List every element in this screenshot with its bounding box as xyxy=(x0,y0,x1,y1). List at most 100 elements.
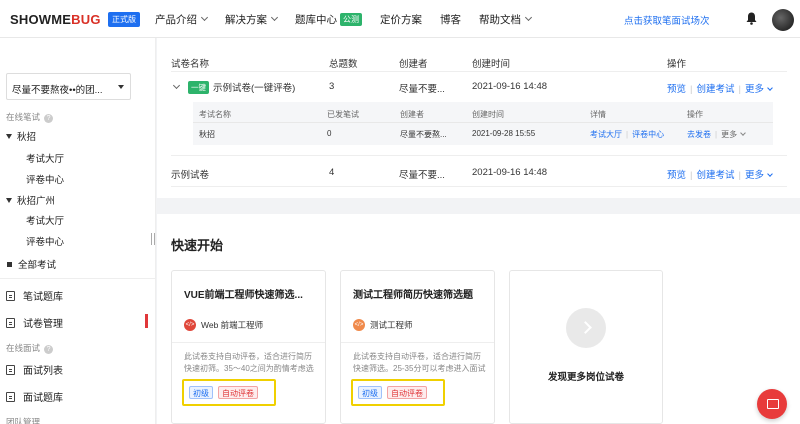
document-icon xyxy=(6,290,15,301)
document-icon xyxy=(6,364,15,375)
separator: | xyxy=(738,84,741,95)
divider xyxy=(341,342,494,343)
nav-label: 题库中心 xyxy=(295,13,337,26)
row-count: 3 xyxy=(329,81,335,92)
separator: | xyxy=(690,84,693,95)
document-icon xyxy=(6,317,15,328)
all-exams[interactable]: 全部考试 xyxy=(7,257,56,271)
divider xyxy=(0,278,156,279)
section-label-text: 在线笔试 xyxy=(6,112,41,122)
discover-label: 发现更多岗位试卷 xyxy=(547,372,624,383)
template-card-vue[interactable]: VUE前端工程师快速筛选... </> Web 前端工程师 此试卷支持自动评卷，适… xyxy=(171,270,326,424)
menu-interview-bank[interactable]: 面试题库 xyxy=(6,389,63,404)
team-select[interactable]: 尽量不要熬夜••的团... xyxy=(6,73,131,100)
nav-docs[interactable]: 帮助文档 xyxy=(479,12,533,27)
nav-product[interactable]: 产品介绍 xyxy=(155,12,209,27)
team-name: 尽量不要熬夜••的团... xyxy=(12,85,103,96)
nav-label: 解决方案 xyxy=(225,13,267,26)
col-header-name: 试卷名称 xyxy=(171,59,210,70)
sub-divider xyxy=(193,122,773,123)
logo-text: SHOWME xyxy=(10,12,72,27)
avatar[interactable] xyxy=(772,9,794,31)
sub-header-creator: 创建者 xyxy=(400,110,424,119)
triangle-down-icon xyxy=(6,198,12,203)
divider xyxy=(172,342,325,343)
chevron-down-icon xyxy=(200,13,209,22)
row-divider xyxy=(171,155,787,156)
more-dropdown[interactable]: 更多 xyxy=(721,130,737,139)
role-label: 测试工程师 xyxy=(370,320,413,330)
tree-leaf-exam-hall[interactable]: 考试大厅 xyxy=(26,213,64,227)
bell-icon[interactable] xyxy=(746,12,757,25)
feedback-float-button[interactable] xyxy=(757,389,787,419)
more-dropdown[interactable]: 更多 xyxy=(745,170,764,181)
row-creator: 尽量不要... xyxy=(399,170,445,181)
tree-leaf-grading[interactable]: 评卷中心 xyxy=(26,172,64,186)
menu-written-bank[interactable]: 笔试题库 xyxy=(6,288,63,303)
table-row-name[interactable]: 示例试卷 xyxy=(171,167,209,181)
auto-grade-tag: 自动评卷 xyxy=(218,386,258,399)
sub-header-created: 创建时间 xyxy=(472,110,504,119)
preview-link[interactable]: 预览 xyxy=(667,170,686,181)
help-icon[interactable]: ? xyxy=(44,345,54,354)
send-paper-link[interactable]: 去发卷 xyxy=(687,130,711,139)
tree-group-autumn-gz[interactable]: 秋招广州 xyxy=(6,193,55,207)
caret-down-icon xyxy=(118,85,124,89)
separator: | xyxy=(738,170,741,181)
group-label: 秋招广州 xyxy=(17,196,56,207)
auto-grade-tag: 自动评卷 xyxy=(387,386,427,399)
menu-interview-list[interactable]: 面试列表 xyxy=(6,362,63,377)
more-dropdown[interactable]: 更多 xyxy=(745,84,764,95)
col-header-count: 总题数 xyxy=(329,59,358,70)
chevron-down-icon xyxy=(524,13,533,22)
preview-link[interactable]: 预览 xyxy=(667,84,686,95)
sidebar: 尽量不要熬夜••的团... 在线笔试? 秋招 考试大厅 评卷中心 秋招广州 考试… xyxy=(0,38,156,424)
level-tag: 初级 xyxy=(358,386,382,399)
template-description: 此试卷支持自动评卷，适合进行简历快速筛选。25-35分可以考虑进入面试 xyxy=(353,352,486,373)
tree-leaf-exam-hall[interactable]: 考试大厅 xyxy=(26,151,64,165)
discover-more-card[interactable]: 发现更多岗位试卷 xyxy=(509,270,663,424)
logo-accent: BUG xyxy=(71,12,101,27)
chevron-down-icon xyxy=(767,171,773,177)
chevron-right-icon xyxy=(566,308,606,348)
row-ops: 预览 | 创建考试 | 更多 xyxy=(667,167,773,181)
sub-header-ops: 操作 xyxy=(687,110,703,119)
create-exam-link[interactable]: 创建考试 xyxy=(696,84,734,95)
get-sessions-link[interactable]: 点击获取笔面试场次 xyxy=(624,13,710,27)
resize-handle[interactable] xyxy=(151,233,155,245)
document-icon xyxy=(6,391,15,402)
section-label-text: 在线面试 xyxy=(6,343,41,353)
nav-solutions[interactable]: 解决方案 xyxy=(225,12,279,27)
nav-pricing[interactable]: 定价方案 xyxy=(380,12,422,27)
menu-paper-management[interactable]: 试卷管理 xyxy=(6,315,63,330)
template-name: 测试工程师简历快速筛选题 xyxy=(353,290,473,301)
separator: | xyxy=(715,130,718,139)
section-interview-label: 在线面试? xyxy=(6,342,54,354)
table-row-name[interactable]: 一键 示例试卷(一键评卷) xyxy=(188,80,295,94)
sub-header-name: 考试名称 xyxy=(199,110,231,119)
section-team-label: 团队管理 xyxy=(6,417,41,424)
grading-center-link[interactable]: 评卷中心 xyxy=(632,130,664,139)
paper-name: 示例试卷(一键评卷) xyxy=(213,83,296,94)
tree-group-autumn[interactable]: 秋招 xyxy=(6,129,36,143)
template-role: </> Web 前端工程师 xyxy=(184,319,263,331)
square-bullet-icon xyxy=(7,262,12,267)
role-label: Web 前端工程师 xyxy=(201,320,264,330)
col-header-ops: 操作 xyxy=(667,59,687,70)
menu-label: 面试列表 xyxy=(23,366,63,377)
tree-leaf-grading[interactable]: 评卷中心 xyxy=(26,234,64,248)
help-icon[interactable]: ? xyxy=(44,114,54,123)
nav-label: 博客 xyxy=(440,13,461,26)
row-ops: 预览 | 创建考试 | 更多 xyxy=(667,81,773,95)
exam-hall-link[interactable]: 考试大厅 xyxy=(590,130,622,139)
nav-blog[interactable]: 博客 xyxy=(440,12,461,27)
logo[interactable]: SHOWMEBUG xyxy=(10,12,101,27)
expand-chevron-icon[interactable] xyxy=(172,81,181,90)
template-card-tester[interactable]: 测试工程师简历快速筛选题 </> 测试工程师 此试卷支持自动评卷，适合进行简历快速… xyxy=(340,270,495,424)
main-nav: 产品介绍 解决方案 题库中心 公测 定价方案 博客 帮助文档 xyxy=(155,0,549,38)
create-exam-link[interactable]: 创建考试 xyxy=(696,170,734,181)
sub-row-name: 秋招 xyxy=(199,130,215,139)
nav-question-bank[interactable]: 题库中心 公测 xyxy=(295,12,362,27)
one-key-badge: 一键 xyxy=(188,81,209,94)
nav-label: 产品介绍 xyxy=(155,13,197,26)
